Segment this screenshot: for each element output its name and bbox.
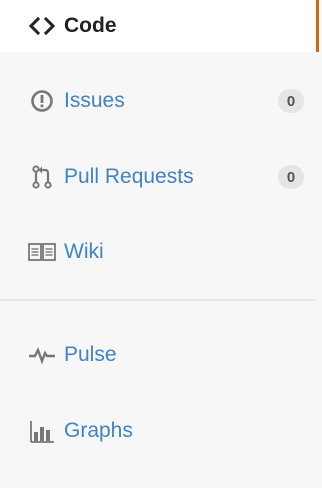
book-icon bbox=[28, 238, 56, 266]
graph-icon bbox=[28, 417, 56, 445]
git-pull-request-icon bbox=[28, 163, 56, 191]
issues-count-badge: 0 bbox=[278, 89, 304, 113]
nav-item-pulse[interactable]: Pulse bbox=[0, 328, 316, 382]
nav-item-label: Graphs bbox=[64, 419, 133, 442]
nav-item-label: Code bbox=[64, 14, 117, 37]
nav-group-divider bbox=[0, 299, 316, 301]
repo-nav-panel: Code Issues 0 Pull Requests 0 Wiki Pulse… bbox=[0, 0, 322, 488]
code-icon bbox=[28, 12, 56, 40]
nav-item-label: Pull Requests bbox=[64, 165, 194, 188]
nav-item-issues[interactable]: Issues 0 bbox=[0, 74, 316, 128]
issue-opened-icon bbox=[28, 87, 56, 115]
pulse-icon bbox=[28, 341, 56, 369]
pull-requests-count-badge: 0 bbox=[278, 165, 304, 189]
nav-item-label: Pulse bbox=[64, 343, 117, 366]
nav-item-pull-requests[interactable]: Pull Requests 0 bbox=[0, 150, 316, 204]
nav-item-label: Wiki bbox=[64, 240, 104, 263]
nav-item-wiki[interactable]: Wiki bbox=[0, 226, 316, 278]
nav-item-graphs[interactable]: Graphs bbox=[0, 404, 316, 458]
nav-item-label: Issues bbox=[64, 89, 125, 112]
nav-item-code[interactable]: Code bbox=[0, 0, 319, 52]
